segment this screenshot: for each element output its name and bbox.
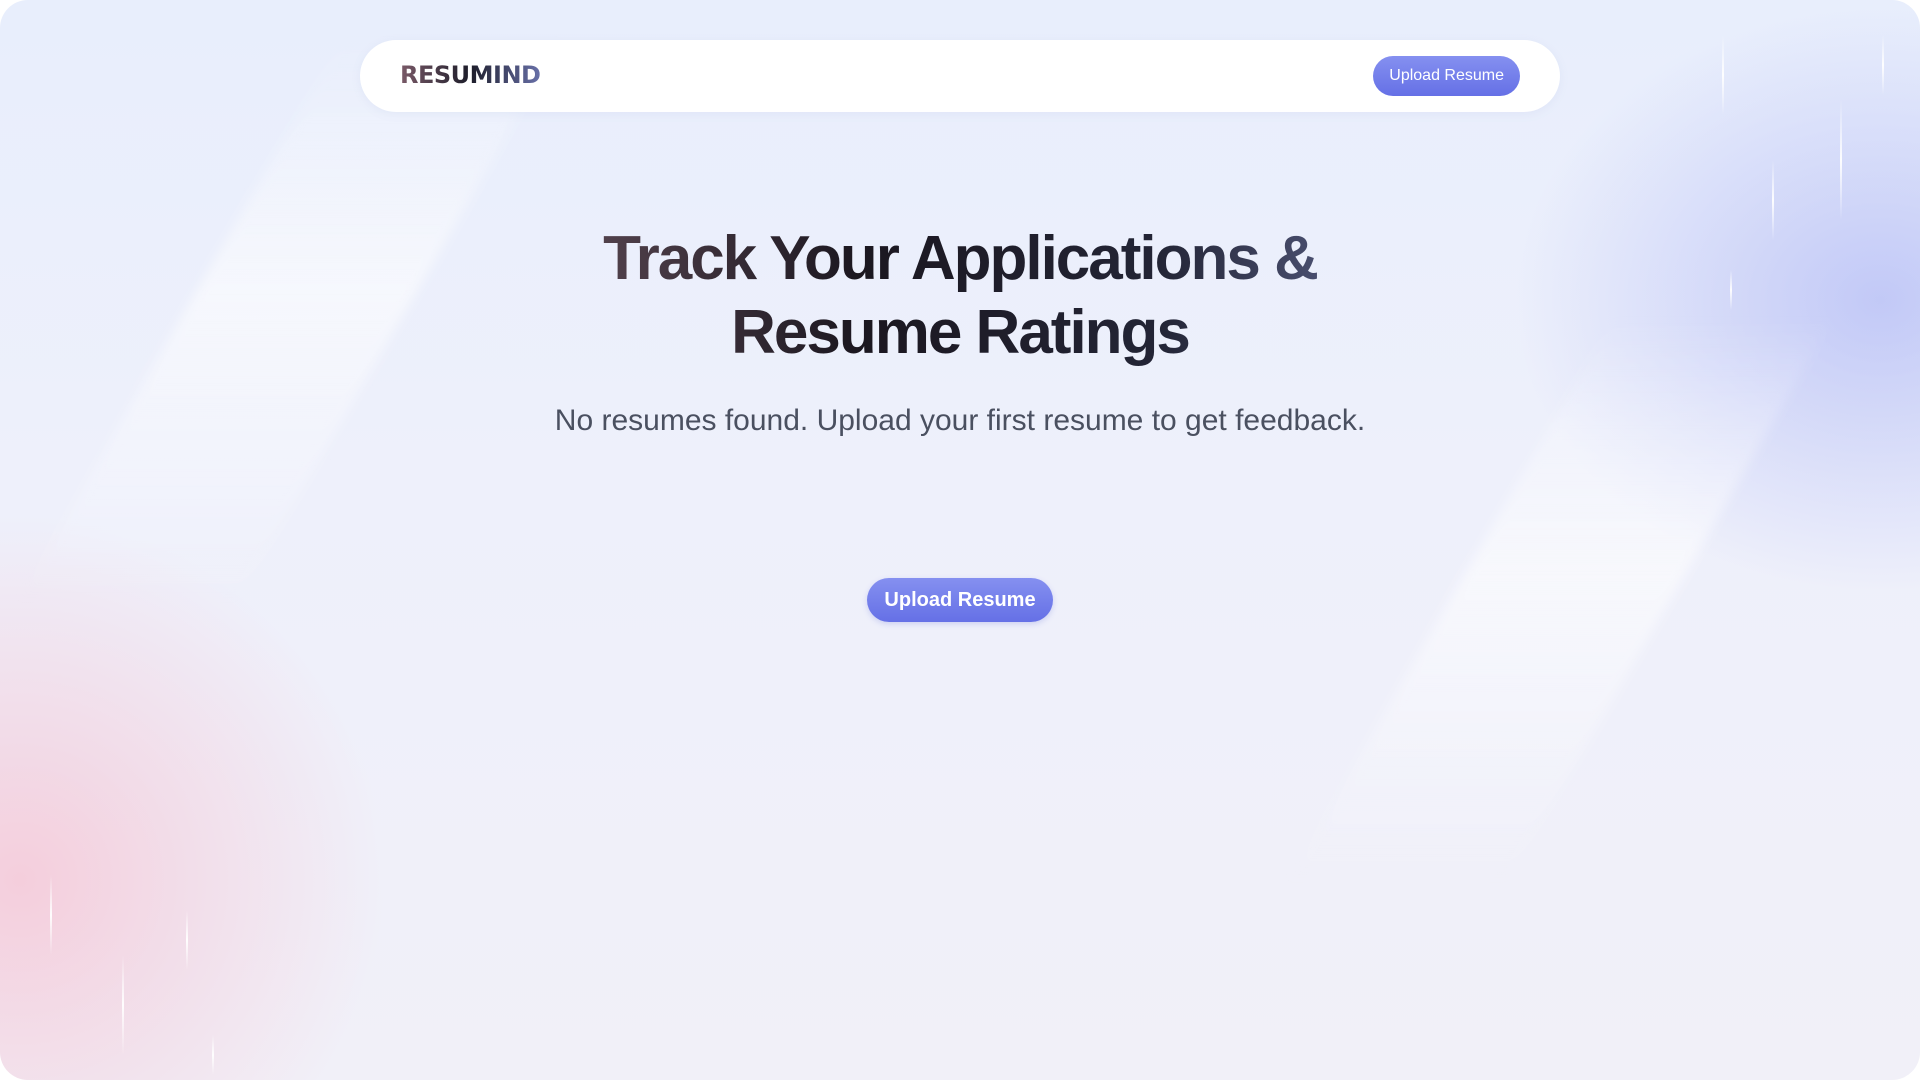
upload-resume-nav-button[interactable]: Upload Resume [1373, 56, 1520, 96]
rain-line [1882, 35, 1884, 95]
rain-line [212, 1035, 214, 1075]
empty-state-message: No resumes found. Upload your first resu… [554, 404, 1366, 437]
upload-resume-button[interactable]: Upload Resume [867, 578, 1053, 622]
rain-line [1722, 35, 1724, 115]
logo[interactable]: RESUMIND [400, 61, 541, 89]
rain-line [50, 875, 52, 955]
rain-line [186, 910, 188, 970]
rain-line [1772, 160, 1774, 240]
navbar: RESUMIND Upload Resume [360, 40, 1560, 112]
rain-line [122, 955, 124, 1055]
page-title-line-2: Resume Ratings [731, 298, 1189, 367]
rain-line [1730, 270, 1732, 310]
page-title-line-1: Track Your Applications & [603, 224, 1317, 293]
page-background: RESUMIND Upload Resume Track Your Applic… [0, 0, 1920, 1080]
page-title: Track Your Applications & Resume Ratings [460, 222, 1460, 370]
rain-line [1840, 100, 1842, 220]
